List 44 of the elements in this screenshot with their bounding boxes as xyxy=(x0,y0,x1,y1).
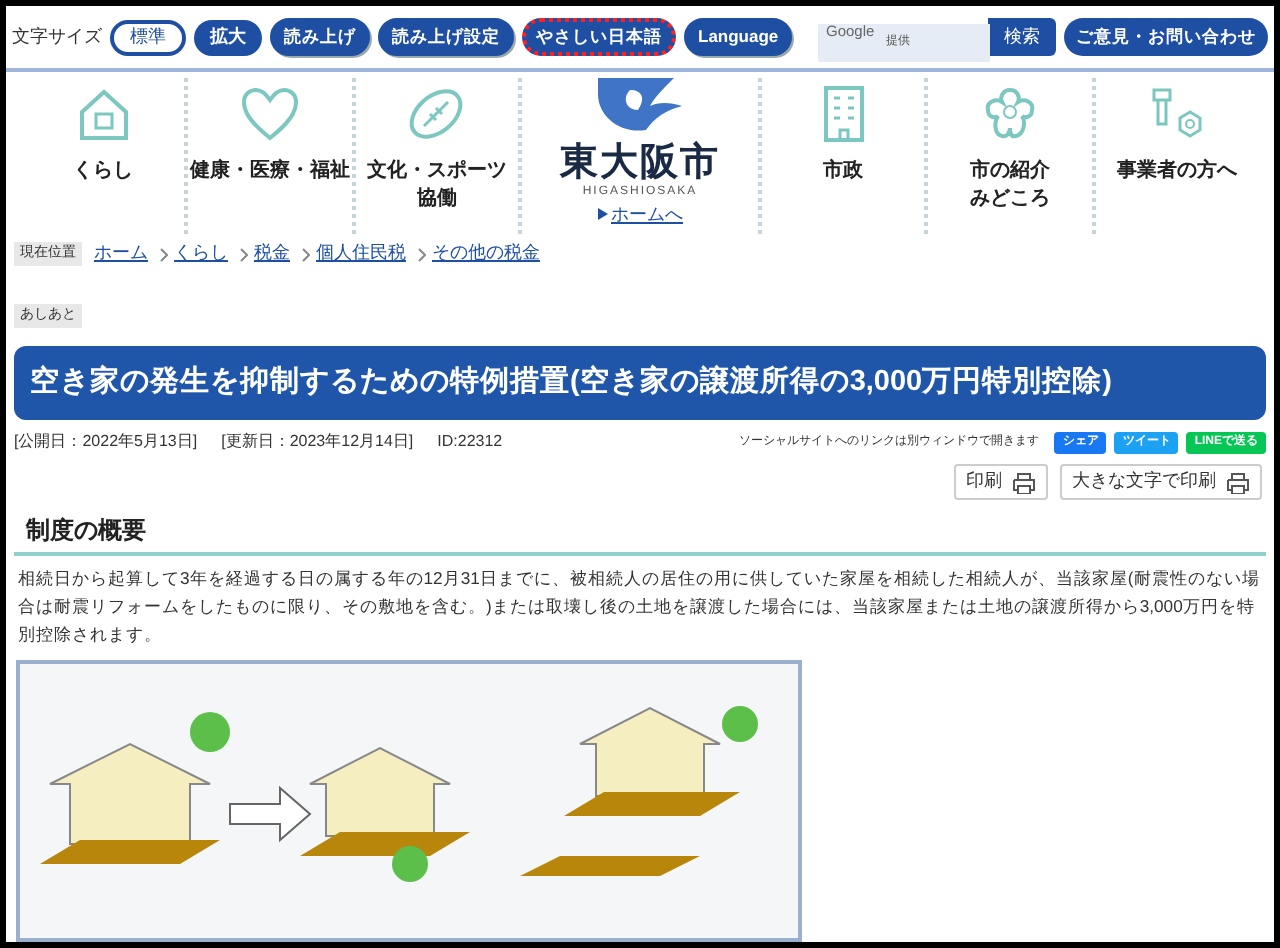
heart-icon xyxy=(239,86,300,142)
contact-button[interactable]: ご意見・お問い合わせ xyxy=(1064,18,1268,56)
breadcrumb-link[interactable]: 個人住民税 xyxy=(316,240,406,268)
search-button[interactable]: 検索 xyxy=(988,18,1056,56)
building-icon xyxy=(821,84,866,144)
nav-link[interactable]: 協働 xyxy=(416,186,457,214)
nav-link[interactable]: みどころ xyxy=(969,186,1050,214)
page-title: 空き家の発生を抑制するための特例措置(空き家の譲渡所得の3,000万円特別控除) xyxy=(14,346,1266,420)
breadcrumb-link[interactable]: ホーム xyxy=(94,240,148,268)
print-button[interactable]: 大きな文字で印刷 xyxy=(1060,464,1262,500)
triangle-icon xyxy=(597,208,607,220)
chevron-icon xyxy=(240,247,248,261)
nav-link[interactable]: 文化・スポーツ xyxy=(366,158,507,186)
house-icon xyxy=(75,86,132,142)
page-id: ID:22312 xyxy=(437,430,503,454)
print-button[interactable]: 印刷 xyxy=(954,464,1048,500)
chevron-icon xyxy=(302,247,310,261)
font-size-button[interactable]: 標準 xyxy=(110,19,186,55)
breadcrumb-link[interactable]: 税金 xyxy=(254,240,290,268)
printer-icon xyxy=(1226,471,1250,493)
tool-button[interactable]: 読み上げ xyxy=(270,18,370,56)
chevron-icon xyxy=(160,247,168,261)
tool-button[interactable]: やさしい日本語 xyxy=(522,18,676,56)
section-heading: 制度の概要 xyxy=(14,512,1266,556)
nav-link[interactable]: 健康・医療・福祉 xyxy=(189,158,350,186)
published-date: [公開日：2022年5月13日] xyxy=(14,430,198,454)
tool-button[interactable]: 読み上げ設定 xyxy=(378,18,514,56)
nav-link[interactable]: くらし xyxy=(73,158,134,186)
bird-logo xyxy=(594,78,686,134)
updated-date: [更新日：2023年12月14日] xyxy=(221,430,414,454)
ball-icon xyxy=(406,86,467,142)
font-size-label: 文字サイズ xyxy=(12,23,102,50)
breadcrumb-link[interactable]: くらし xyxy=(174,240,228,268)
chevron-icon xyxy=(418,247,426,261)
home-link[interactable]: ホームへ xyxy=(597,202,683,226)
printer-icon xyxy=(1012,471,1036,493)
nav-link[interactable]: 市政 xyxy=(823,158,864,186)
nav-link[interactable]: 市の紹介 xyxy=(969,158,1050,186)
breadcrumb-link[interactable]: その他の税金 xyxy=(432,240,540,268)
section-paragraph: 相続日から起算して3年を経過する日の属する年の12月31日までに、被相続人の居住の用に供していた家屋を相続した相続人が、当該家屋(耐震性のない場合は耐震リフォームをしたものに限り、その敷地を含む。)または取壊し後の土地を譲渡した場合には、当該家屋または土地の譲渡所得から3,000万円を特別控除されます。 xyxy=(18,566,1262,648)
nav-link[interactable]: 事業者の方へ xyxy=(1116,158,1237,186)
city-name: 東大阪市 xyxy=(560,140,720,184)
font-size-button[interactable]: 拡大 xyxy=(194,19,262,55)
tool-button[interactable]: Language xyxy=(684,18,793,56)
